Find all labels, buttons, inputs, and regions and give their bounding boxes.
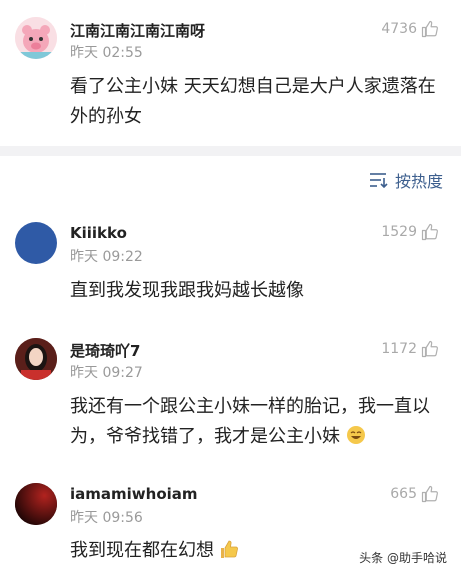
like-count: 1529 — [381, 224, 417, 240]
like-count: 665 — [390, 486, 417, 502]
dark-red-avatar-icon — [15, 483, 57, 525]
watermark: 头条 @助手哈说 — [355, 547, 451, 568]
like-count: 4736 — [381, 21, 417, 37]
comment-text: 直到我发现我跟我妈越长越像 — [70, 280, 304, 301]
sort-icon — [369, 173, 388, 188]
comment-text-body: 我还有一个跟公主小妹一样的胎记，我一直以为，爷爷找错了，我才是公主小妹 — [70, 396, 430, 447]
girl-photo-avatar-icon — [15, 338, 57, 380]
like-button[interactable]: 4736 — [381, 20, 439, 38]
thumbs-up-icon — [421, 223, 438, 241]
like-button[interactable]: 1172 — [381, 340, 439, 358]
avatar[interactable] — [15, 338, 57, 380]
sort-label: 按热度 — [394, 172, 443, 191]
username[interactable]: iamamiwhoiam — [70, 485, 198, 503]
timestamp: 昨天 09:27 — [70, 365, 143, 381]
username[interactable]: Kiiikko — [70, 224, 127, 242]
thumbs-up-icon — [421, 20, 438, 38]
timestamp: 昨天 09:56 — [70, 510, 143, 526]
section-divider — [0, 146, 461, 156]
username[interactable]: 江南江南江南江南呀 — [70, 20, 205, 41]
comment-text: 我还有一个跟公主小妹一样的胎记，我一直以为，爷爷找错了，我才是公主小妹 — [70, 392, 441, 452]
thumbs-up-icon — [421, 485, 438, 503]
thumbs-up-icon — [421, 340, 438, 358]
like-count: 1172 — [381, 341, 417, 357]
cartoon-pig-avatar-icon — [15, 17, 57, 59]
comment-text-body: 我到现在都在幻想 — [70, 540, 214, 561]
avatar[interactable] — [15, 222, 57, 264]
avatar[interactable] — [15, 483, 57, 525]
avatar[interactable] — [15, 17, 57, 59]
username[interactable]: 是琦琦吖7 — [70, 340, 140, 361]
timestamp: 昨天 02:55 — [70, 45, 143, 61]
thumbs-up-emoji-icon — [220, 540, 238, 558]
laughing-face-emoji-icon — [346, 426, 365, 444]
like-button[interactable]: 1529 — [381, 223, 439, 241]
sort-button[interactable]: 按热度 — [369, 168, 443, 192]
comment-text: 看了公主小妹 天天幻想自己是大户人家遗落在外的孙女 — [70, 76, 436, 127]
like-button[interactable]: 665 — [390, 485, 439, 503]
comment-text: 我到现在都在幻想 — [70, 536, 341, 566]
timestamp: 昨天 09:22 — [70, 249, 143, 265]
